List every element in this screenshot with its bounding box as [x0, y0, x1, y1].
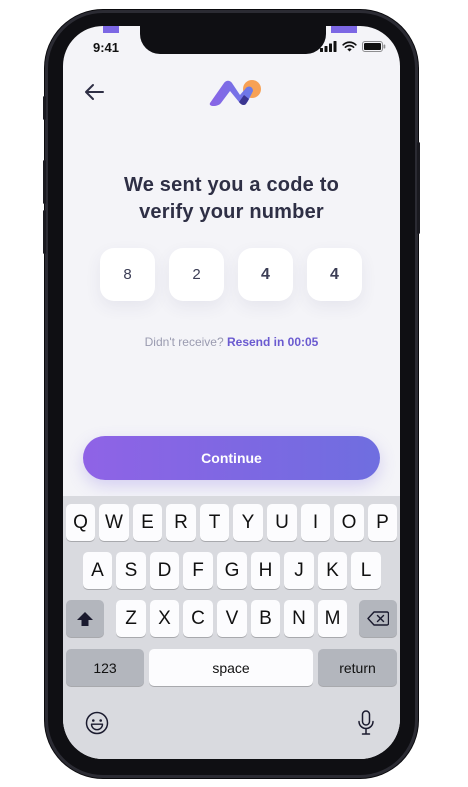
title-line-1: We sent you a code to	[124, 174, 339, 196]
code-digit-3[interactable]: 4	[238, 248, 293, 301]
key-q[interactable]: Q	[66, 504, 95, 541]
page-title: We sent you a code to verify your number	[63, 172, 400, 226]
key-m[interactable]: M	[318, 600, 347, 637]
key-j[interactable]: J	[284, 552, 314, 589]
microphone-icon[interactable]	[357, 710, 375, 736]
key-y[interactable]: Y	[233, 504, 263, 541]
key-k[interactable]: K	[318, 552, 347, 589]
volume-down-button	[43, 210, 46, 254]
emoji-icon[interactable]	[85, 711, 109, 735]
resend-row: Didn't receive? Resend in 00:05	[63, 335, 400, 349]
status-icons	[320, 41, 386, 52]
key-g[interactable]: G	[217, 552, 247, 589]
key-o[interactable]: O	[334, 504, 364, 541]
shift-key[interactable]	[66, 600, 104, 637]
key-e[interactable]: E	[133, 504, 162, 541]
title-line-2: verify your number	[139, 201, 324, 223]
key-d[interactable]: D	[150, 552, 179, 589]
key-l[interactable]: L	[351, 552, 381, 589]
status-time: 9:41	[93, 40, 120, 55]
backspace-icon	[367, 611, 389, 626]
brand-logo-icon	[209, 80, 261, 106]
mute-switch	[43, 96, 46, 120]
space-key[interactable]: space	[149, 649, 313, 686]
resend-link[interactable]: Resend in 00:05	[227, 335, 318, 349]
key-c[interactable]: C	[183, 600, 213, 637]
arrow-left-icon[interactable]	[83, 82, 105, 102]
key-p[interactable]: P	[368, 504, 397, 541]
cellular-signal-icon	[320, 41, 337, 52]
shift-arrow-icon	[77, 611, 93, 626]
status-accent-left	[103, 26, 119, 33]
return-key[interactable]: return	[318, 649, 397, 686]
key-x[interactable]: X	[150, 600, 179, 637]
key-r[interactable]: R	[166, 504, 196, 541]
key-h[interactable]: H	[251, 552, 280, 589]
status-accent-right	[331, 26, 357, 33]
key-v[interactable]: V	[217, 600, 247, 637]
key-n[interactable]: N	[284, 600, 314, 637]
key-f[interactable]: F	[183, 552, 213, 589]
key-z[interactable]: Z	[116, 600, 146, 637]
resend-prefix: Didn't receive?	[144, 335, 224, 349]
code-digit-4[interactable]: 4	[307, 248, 362, 301]
power-button	[417, 142, 420, 234]
key-a[interactable]: A	[83, 552, 112, 589]
key-i[interactable]: I	[301, 504, 330, 541]
battery-icon	[362, 41, 386, 52]
key-u[interactable]: U	[267, 504, 297, 541]
wifi-icon	[342, 41, 357, 52]
volume-up-button	[43, 160, 46, 204]
key-w[interactable]: W	[99, 504, 129, 541]
keyboard: Q W E R T Y U I O P A S D F G H J K L Z …	[63, 496, 400, 759]
key-b[interactable]: B	[251, 600, 280, 637]
continue-button[interactable]: Continue	[83, 436, 380, 480]
notch	[140, 26, 326, 54]
screen: 9:41 We sent you a code to verify your n…	[63, 26, 400, 759]
key-t[interactable]: T	[200, 504, 229, 541]
key-s[interactable]: S	[116, 552, 146, 589]
code-digit-2[interactable]: 2	[169, 248, 224, 301]
backspace-key[interactable]	[359, 600, 397, 637]
code-digit-1[interactable]: 8	[100, 248, 155, 301]
numbers-key[interactable]: 123	[66, 649, 144, 686]
